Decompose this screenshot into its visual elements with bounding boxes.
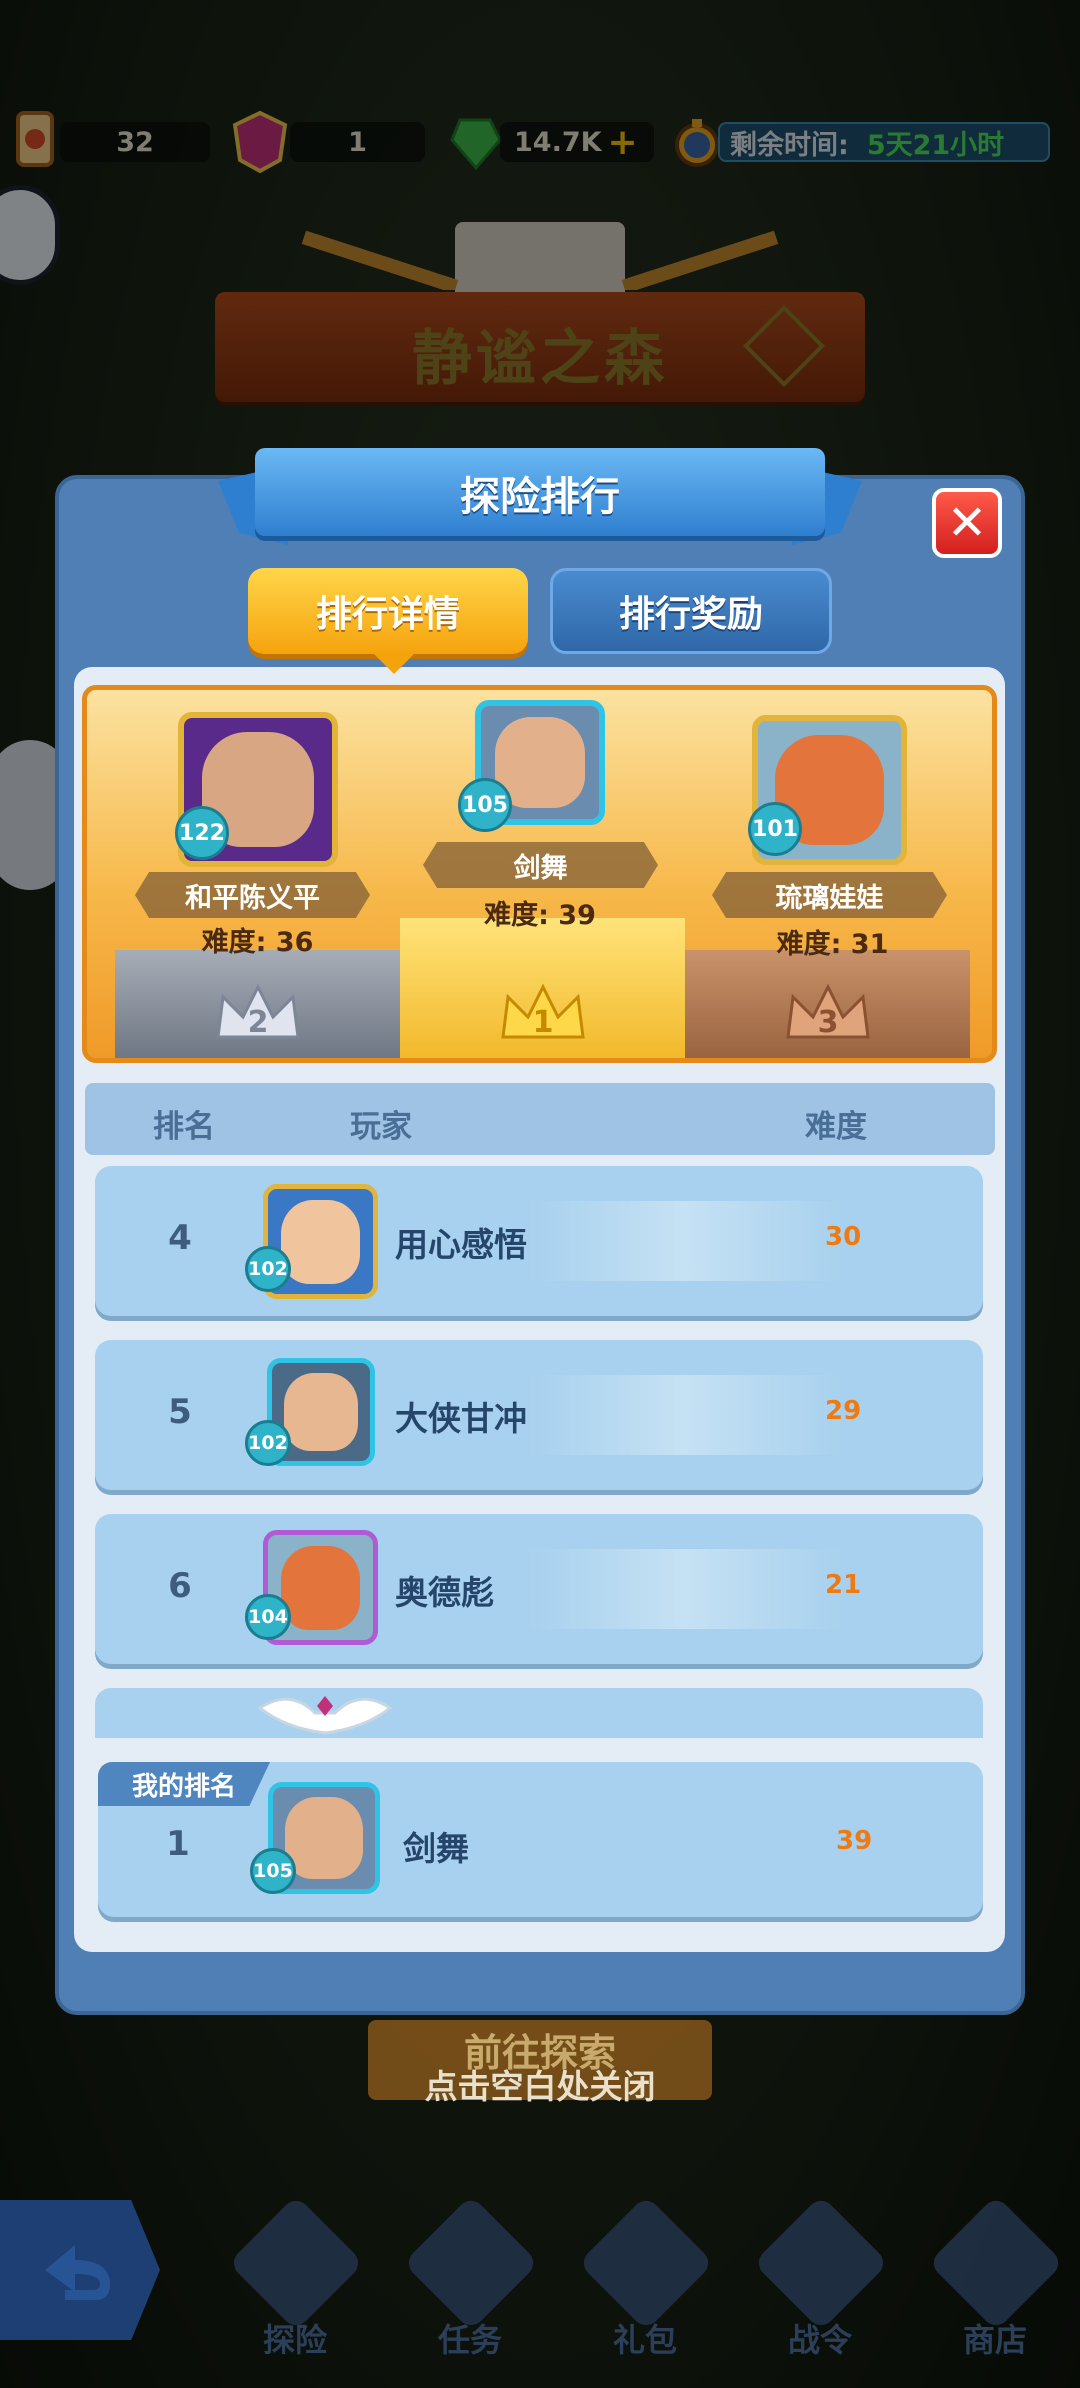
my-difficulty: 39 xyxy=(836,1826,873,1856)
my-rank-tag: 我的排名 xyxy=(98,1762,270,1806)
close-button[interactable]: ✕ xyxy=(932,488,1002,558)
level-badge: 102 xyxy=(245,1420,291,1466)
row-difficulty: 30 xyxy=(825,1222,862,1252)
tab-ranking-rewards[interactable]: 排行奖励 xyxy=(550,568,832,654)
podium-name-1: 剑舞 xyxy=(423,842,658,888)
back-arrow-icon xyxy=(45,2245,110,2300)
nav-item-quests[interactable]: 任务 xyxy=(395,2195,545,2365)
podium-difficulty-2: 难度: 36 xyxy=(201,927,314,958)
podium-block-3: 3 xyxy=(685,950,970,1058)
podium-rank-2: 2 xyxy=(247,1005,269,1040)
row-player-name: 用心感悟 xyxy=(395,1225,527,1264)
row-player-name: 奥德彪 xyxy=(395,1573,494,1612)
table-row[interactable]: 6 104 奥德彪 21 xyxy=(95,1514,983,1664)
avatar-face xyxy=(280,1199,361,1284)
podium-rank-1: 1 xyxy=(532,1005,554,1040)
row-difficulty: 21 xyxy=(825,1570,862,1600)
podium-difficulty-3: 难度: 31 xyxy=(776,929,889,960)
gift-icon xyxy=(578,2195,714,2331)
avatar-face xyxy=(285,1797,363,1879)
avatar-face xyxy=(280,1545,361,1630)
row-difficulty: 29 xyxy=(825,1396,862,1426)
ranking-list[interactable]: 4 102 用心感悟 30 5 102 大侠甘冲 29 6 104 奥德彪 21 xyxy=(85,1160,995,1738)
podium-name-2: 和平陈义平 xyxy=(135,872,370,918)
nav-item-gifts[interactable]: 礼包 xyxy=(570,2195,720,2365)
row-rank: 5 xyxy=(168,1392,192,1432)
tap-to-close-hint[interactable]: 点击空白处关闭 xyxy=(368,2060,712,2108)
level-badge: 122 xyxy=(175,806,229,860)
my-rank-number: 1 xyxy=(166,1824,190,1864)
row-rank: 4 xyxy=(168,1218,192,1258)
level-badge: 102 xyxy=(245,1246,291,1292)
header-rank: 排名 xyxy=(153,1109,215,1145)
table-row[interactable]: 5 102 大侠甘冲 29 xyxy=(95,1340,983,1490)
modal-title: 探险排行 xyxy=(460,474,620,520)
table-row[interactable]: 4 102 用心感悟 30 xyxy=(95,1166,983,1316)
podium-block-1: 1 xyxy=(400,918,685,1058)
podium-difficulty-1: 难度: 39 xyxy=(484,900,596,931)
level-badge: 101 xyxy=(748,802,802,856)
quest-icon xyxy=(403,2195,539,2331)
winged-frame-icon xyxy=(255,1688,395,1738)
table-header: 排名 玩家 难度 xyxy=(85,1083,995,1155)
shield-icon xyxy=(753,2195,889,2331)
header-player: 玩家 xyxy=(350,1109,412,1145)
tab-ranking-details[interactable]: 排行详情 xyxy=(248,568,528,654)
title-ribbon: 探险排行 xyxy=(255,448,825,536)
nav-item-adventure[interactable]: 探险 xyxy=(220,2195,370,2365)
avatar-face xyxy=(283,1372,359,1452)
table-row-partial[interactable] xyxy=(95,1688,983,1738)
header-difficulty: 难度 xyxy=(805,1109,867,1145)
level-badge: 105 xyxy=(458,778,512,832)
swords-icon xyxy=(228,2195,364,2331)
row-player-name: 大侠甘冲 xyxy=(395,1399,527,1438)
tab-pointer xyxy=(372,652,416,674)
close-icon: ✕ xyxy=(946,495,988,551)
level-badge: 105 xyxy=(250,1848,296,1894)
podium-rank-3: 3 xyxy=(817,1005,839,1040)
row-rank: 6 xyxy=(168,1566,192,1606)
level-badge: 104 xyxy=(245,1594,291,1640)
my-player-name: 剑舞 xyxy=(403,1829,469,1868)
shop-icon xyxy=(928,2195,1064,2331)
nav-item-battlepass[interactable]: 战令 xyxy=(745,2195,895,2365)
back-button[interactable] xyxy=(0,2200,160,2340)
nav-item-shop[interactable]: 商店 xyxy=(920,2195,1070,2365)
podium-block-2: 2 xyxy=(115,950,400,1058)
podium-name-3: 琉璃娃娃 xyxy=(712,872,947,918)
